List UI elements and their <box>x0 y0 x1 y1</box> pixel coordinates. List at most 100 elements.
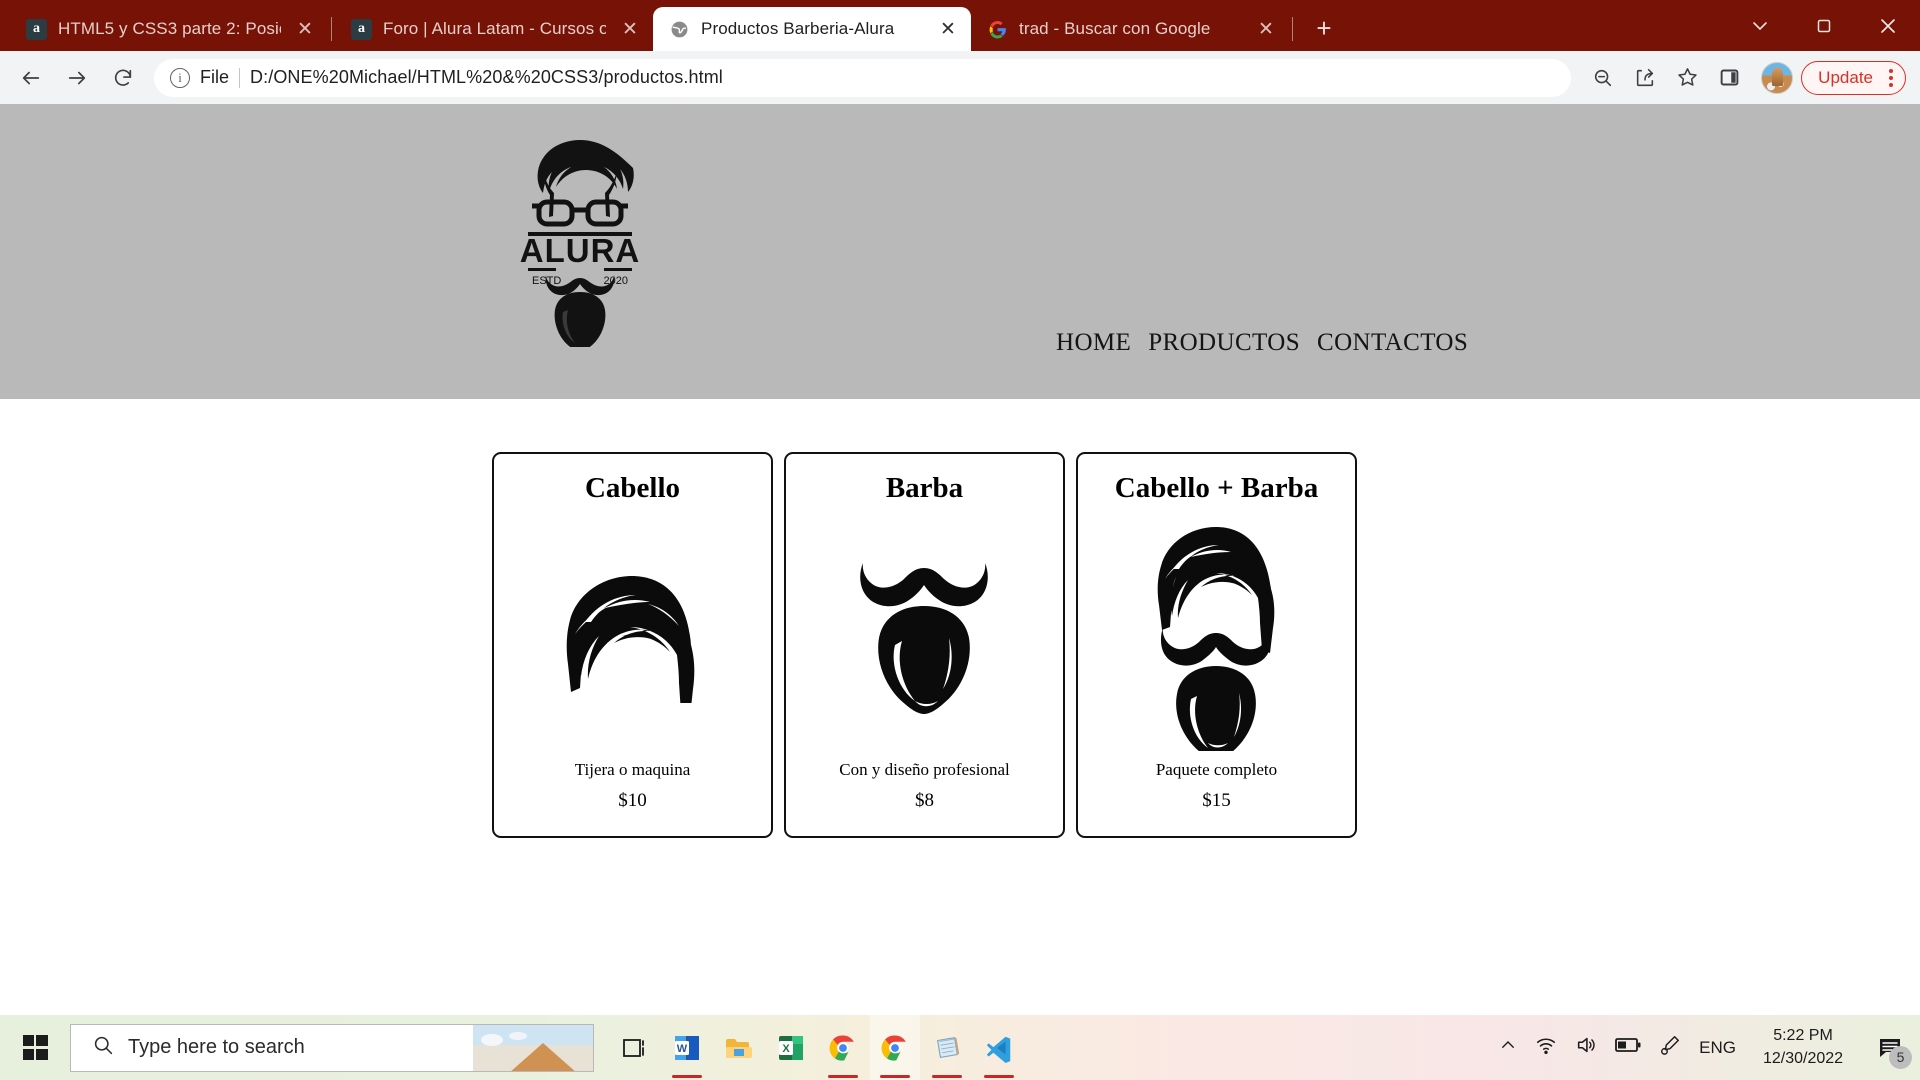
volume-icon[interactable] <box>1575 1034 1597 1061</box>
taskbar-app-chrome-1[interactable] <box>818 1015 868 1080</box>
browser-tab-4[interactable]: trad - Buscar con Google ✕ <box>971 7 1289 51</box>
browser-toolbar: i File D:/ONE%20Michael/HTML%20&%20CSS3/… <box>0 51 1920 104</box>
forward-button[interactable] <box>56 57 98 99</box>
taskbar-app-chrome-2-active[interactable] <box>870 1015 920 1080</box>
update-button[interactable]: Update <box>1801 60 1906 95</box>
window-controls <box>1728 0 1920 51</box>
product-description: Tijera o maquina <box>574 760 691 779</box>
system-tray: ENG 5:22 PM 12/30/2022 5 <box>1499 1025 1914 1069</box>
product-card-list: Cabello Tijera o maquina $10 Barba Con y… <box>0 399 1920 838</box>
tab-divider <box>331 17 332 41</box>
notification-count-badge: 5 <box>1889 1045 1912 1069</box>
taskbar-app-list: W X <box>610 1015 1024 1080</box>
beard-icon <box>786 511 1063 760</box>
bookmark-star-icon[interactable] <box>1667 58 1707 98</box>
product-price: $8 <box>915 790 934 811</box>
chrome-menu-icon[interactable] <box>1883 68 1899 87</box>
globe-icon <box>669 19 690 40</box>
svg-text:W: W <box>677 1043 688 1055</box>
running-indicator <box>672 1075 702 1078</box>
tab-strip: a HTML5 y CSS3 parte 2: Posicionamiento … <box>0 0 1920 51</box>
search-highlight-thumbnail <box>473 1024 593 1071</box>
omnibox-divider <box>239 67 241 88</box>
running-indicator <box>984 1075 1014 1078</box>
windows-logo-icon <box>22 1035 48 1060</box>
browser-tab-2[interactable]: a Foro | Alura Latam - Cursos online ✕ <box>335 7 653 51</box>
toolbar-icons: Update <box>1583 58 1906 98</box>
tab-title: Productos Barberia-Alura <box>701 19 895 38</box>
taskbar-app-excel[interactable]: X <box>766 1015 816 1080</box>
hair-icon <box>494 511 771 760</box>
battery-icon[interactable] <box>1615 1037 1641 1058</box>
alura-barberia-logo: ALURA ESTD 2020 <box>510 124 650 354</box>
site-nav: HOME PRODUCTOS CONTACTOS <box>1056 329 1468 357</box>
address-bar[interactable]: i File D:/ONE%20Michael/HTML%20&%20CSS3/… <box>154 58 1572 97</box>
svg-text:X: X <box>782 1043 790 1055</box>
taskbar-app-notepad[interactable] <box>922 1015 972 1080</box>
url-text: D:/ONE%20Michael/HTML%20&%20CSS3/product… <box>250 67 723 87</box>
back-button[interactable] <box>10 57 52 99</box>
tab-close-icon[interactable]: ✕ <box>1253 16 1279 42</box>
minimize-icon[interactable] <box>1728 0 1792 51</box>
page-viewport: ALURA ESTD 2020 HOME PRODUCTOS CONTACTOS <box>0 104 1920 1015</box>
zoom-out-icon[interactable] <box>1583 58 1623 98</box>
product-title: Barba <box>885 472 964 504</box>
running-indicator <box>828 1075 858 1078</box>
tab-title: trad - Buscar con Google <box>1019 19 1211 38</box>
product-card[interactable]: Barba Con y diseño profesional $8 <box>784 452 1065 838</box>
task-view-button[interactable] <box>610 1015 660 1080</box>
side-panel-icon[interactable] <box>1709 58 1749 98</box>
profile-avatar[interactable] <box>1761 61 1794 94</box>
search-placeholder-text: Type here to search <box>128 1036 305 1058</box>
pen-workspace-icon[interactable] <box>1659 1034 1681 1061</box>
site-header: ALURA ESTD 2020 HOME PRODUCTOS CONTACTOS <box>0 104 1920 399</box>
close-icon[interactable] <box>1856 0 1920 51</box>
browser-tab-3-active[interactable]: Productos Barberia-Alura ✕ <box>653 7 971 51</box>
tab-divider <box>1292 17 1293 41</box>
product-description: Con y diseño profesional <box>839 760 1010 779</box>
browser-window: a HTML5 y CSS3 parte 2: Posicionamiento … <box>0 0 1920 1015</box>
tab-close-icon[interactable]: ✕ <box>935 16 961 42</box>
language-indicator[interactable]: ENG <box>1699 1038 1736 1058</box>
show-hidden-icons-button[interactable] <box>1499 1036 1517 1059</box>
nav-item-home[interactable]: HOME <box>1056 329 1131 357</box>
product-price: $15 <box>1202 790 1231 811</box>
product-price: $10 <box>618 790 647 811</box>
windows-taskbar: Type here to search W X ENG 5:22 PM 12/3… <box>0 1015 1920 1080</box>
clock[interactable]: 5:22 PM 12/30/2022 <box>1754 1025 1852 1069</box>
new-tab-button[interactable]: + <box>1306 10 1342 46</box>
alura-icon: a <box>26 18 47 40</box>
hair-and-beard-icon <box>1078 511 1355 760</box>
running-indicator <box>880 1075 910 1078</box>
product-title: Cabello <box>584 472 681 504</box>
nav-item-contactos[interactable]: CONTACTOS <box>1317 329 1468 357</box>
tab-close-icon[interactable]: ✕ <box>292 16 318 42</box>
start-button[interactable] <box>6 1015 64 1080</box>
alura-icon: a <box>351 18 372 40</box>
product-card[interactable]: Cabello + Barba Paquete completo $15 <box>1076 452 1357 838</box>
tab-title: HTML5 y CSS3 parte 2: Posicionamiento <box>58 19 281 38</box>
tab-title: Foro | Alura Latam - Cursos online <box>383 19 606 38</box>
reload-button[interactable] <box>102 57 144 99</box>
browser-tab-1[interactable]: a HTML5 y CSS3 parte 2: Posicionamiento … <box>10 7 328 51</box>
product-description: Paquete completo <box>1155 760 1278 779</box>
product-card[interactable]: Cabello Tijera o maquina $10 <box>492 452 773 838</box>
maximize-icon[interactable] <box>1792 0 1856 51</box>
taskbar-search-input[interactable]: Type here to search <box>70 1023 594 1072</box>
taskbar-app-file-explorer[interactable] <box>714 1015 764 1080</box>
taskbar-app-word[interactable]: W <box>662 1015 712 1080</box>
page-info-icon[interactable]: i <box>170 67 190 88</box>
product-title: Cabello + Barba <box>1114 472 1319 504</box>
search-icon <box>93 1035 114 1061</box>
taskbar-app-vscode[interactable] <box>974 1015 1024 1080</box>
tab-close-icon[interactable]: ✕ <box>617 16 643 42</box>
network-icon[interactable] <box>1535 1034 1557 1061</box>
clock-time: 5:22 PM <box>1773 1027 1833 1045</box>
google-icon <box>987 19 1008 40</box>
running-indicator <box>932 1075 962 1078</box>
share-icon[interactable] <box>1625 58 1665 98</box>
notification-center-button[interactable]: 5 <box>1870 1028 1912 1069</box>
update-label: Update <box>1818 67 1873 87</box>
clock-date: 12/30/2022 <box>1762 1049 1844 1067</box>
nav-item-productos[interactable]: PRODUCTOS <box>1148 329 1300 357</box>
